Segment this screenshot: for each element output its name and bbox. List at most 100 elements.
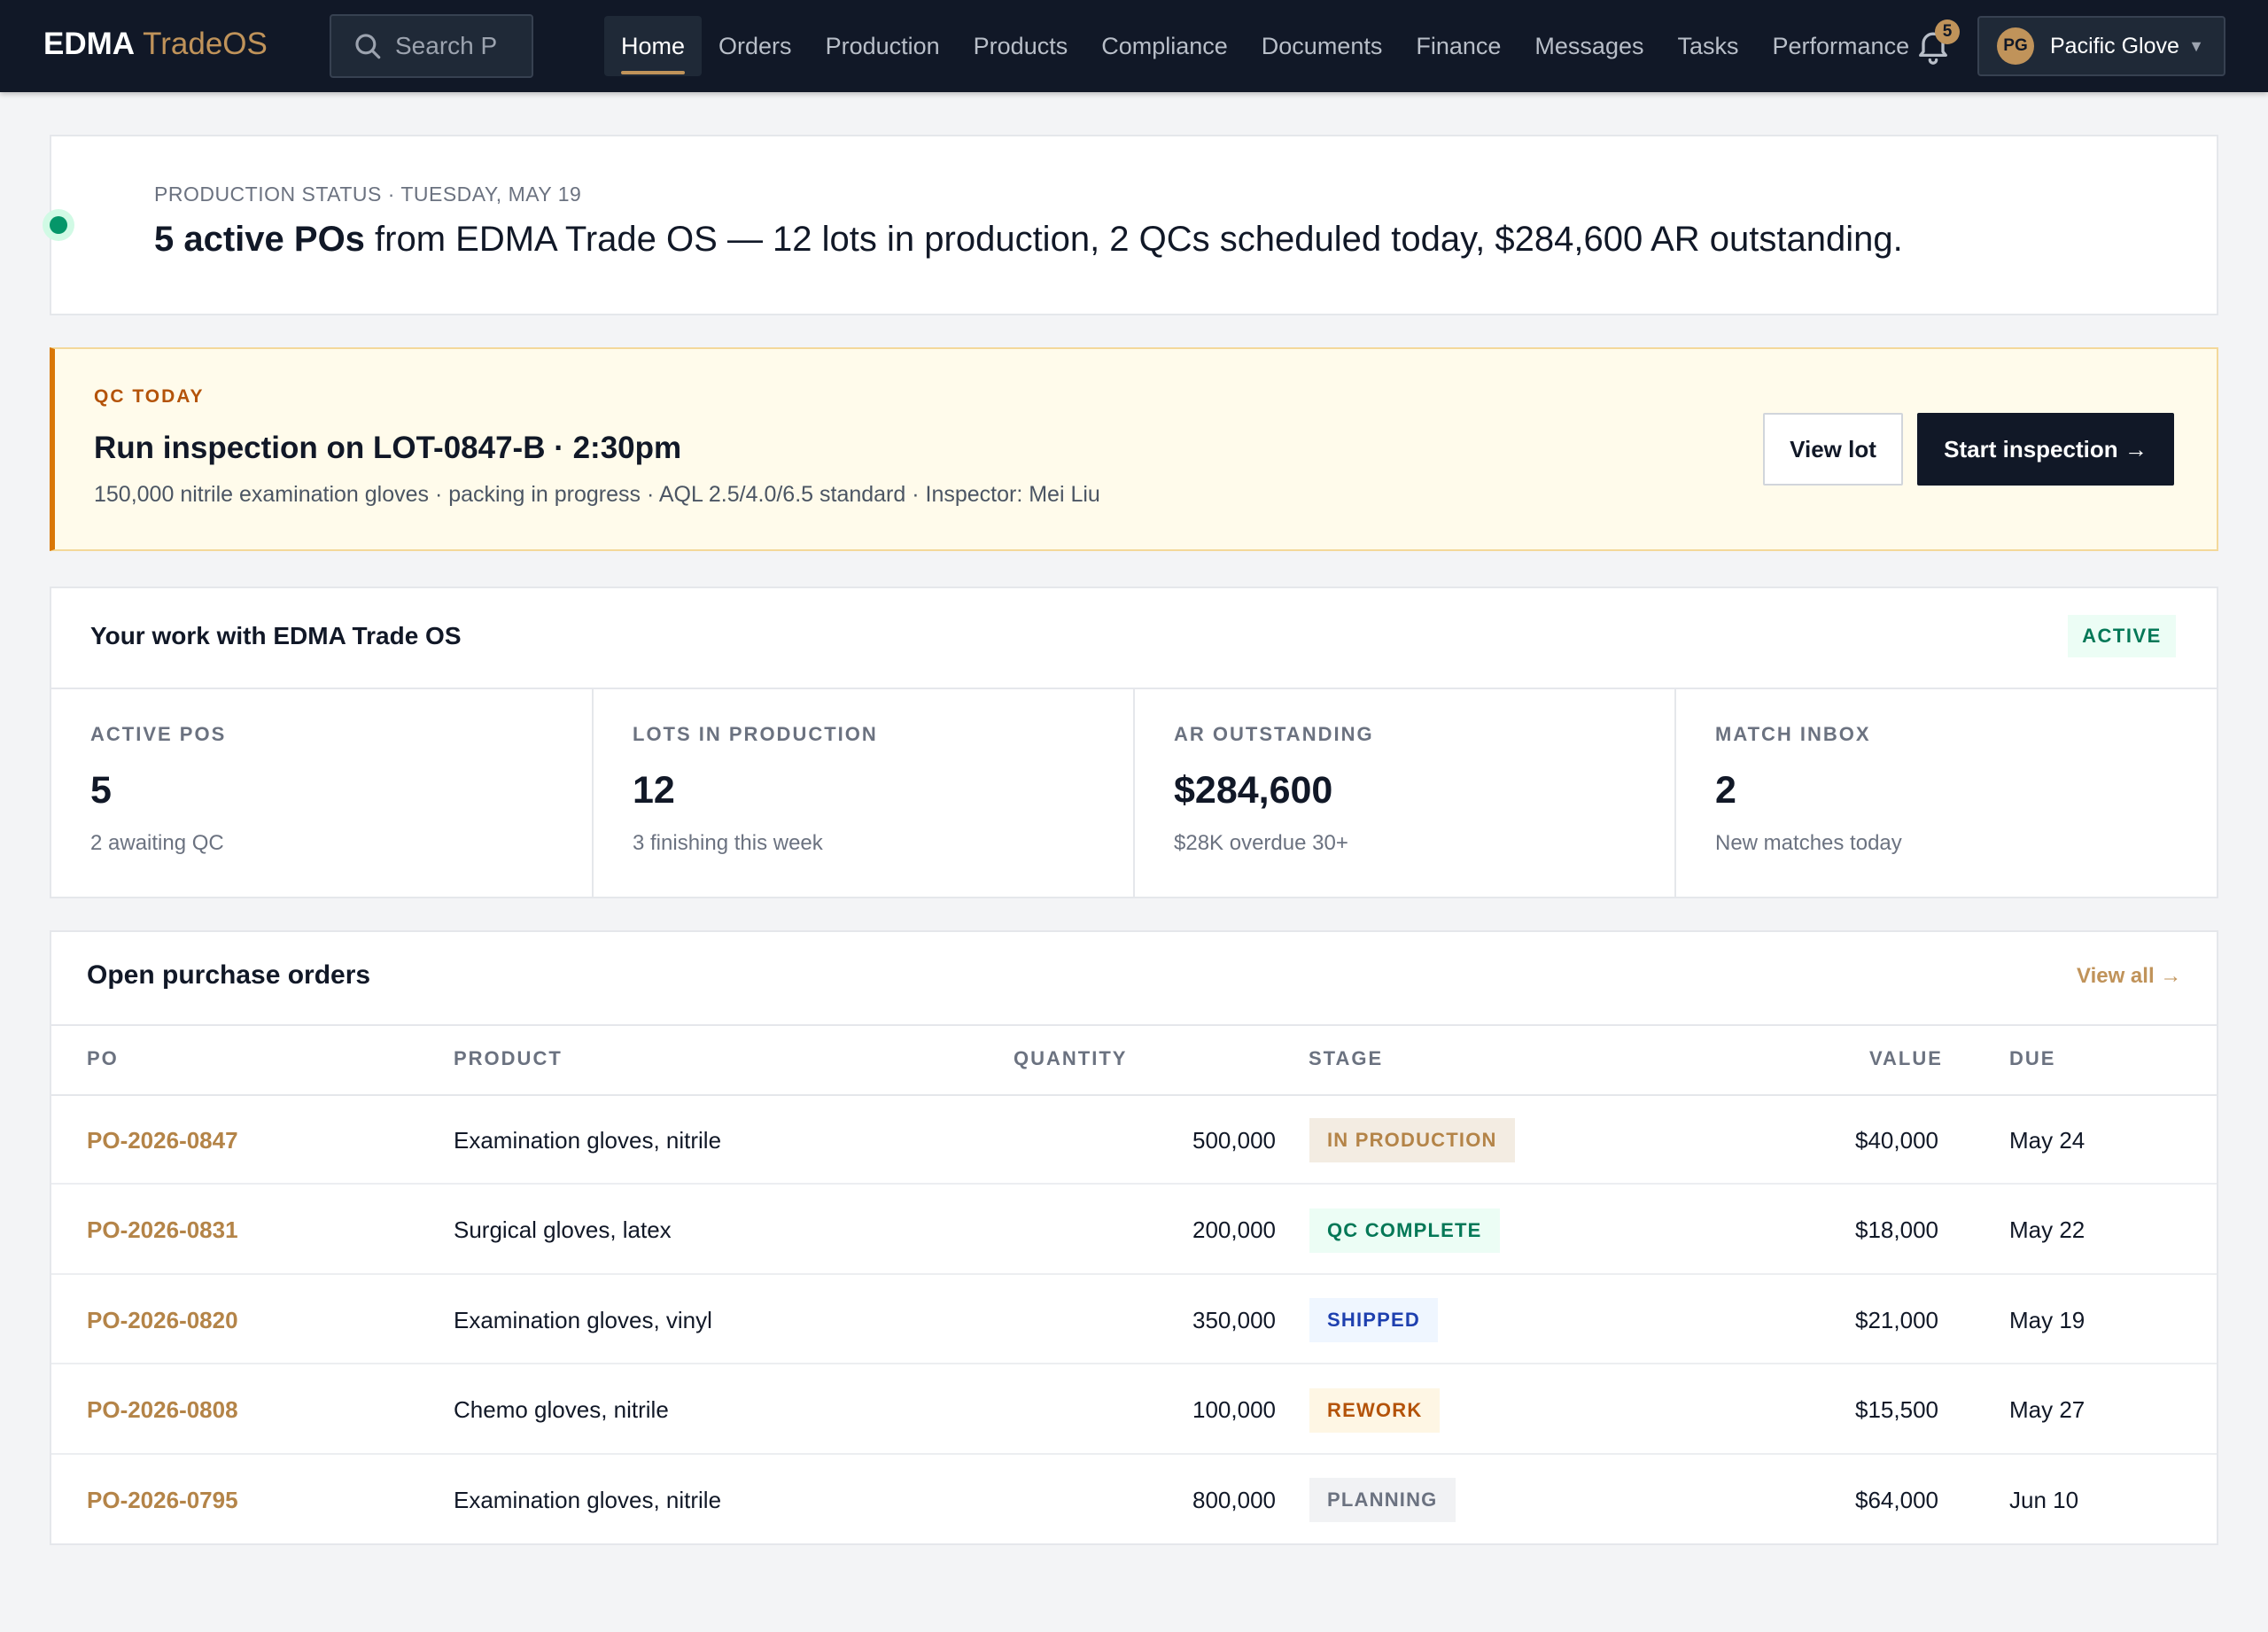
qc-eyebrow: QC TODAY: [94, 386, 205, 407]
start-inspection-button[interactable]: Start inspection →: [1917, 413, 2174, 486]
nav-item-home[interactable]: Home: [604, 16, 703, 76]
stage-badge: REWORK: [1309, 1387, 1441, 1433]
po-link[interactable]: PO-2026-0808: [87, 1366, 238, 1455]
nav-item-performance[interactable]: Performance: [1756, 16, 1927, 76]
value-cell: $18,000: [1855, 1216, 1938, 1243]
search-input[interactable]: [395, 32, 528, 60]
po-link[interactable]: PO-2026-0820: [87, 1276, 238, 1364]
column-header-quantity: QUANTITY: [1014, 1047, 1128, 1069]
product-cell: Chemo gloves, nitrile: [454, 1396, 669, 1423]
quantity-cell: 500,000: [1192, 1126, 1276, 1154]
quantity-cell: 200,000: [1192, 1216, 1276, 1243]
stage-badge: IN PRODUCTION: [1309, 1118, 1515, 1162]
column-header-stage: STAGE: [1309, 1047, 1384, 1069]
value-cell: $40,000: [1855, 1126, 1938, 1154]
stage-cell: IN PRODUCTION: [1309, 1096, 1515, 1185]
table-row[interactable]: PO-2026-0795 Examination gloves, nitrile 8…: [51, 1456, 2217, 1544]
stat-note: 3 finishing this week: [633, 831, 823, 855]
divider: [51, 1024, 2217, 1026]
brand-name-secondary: TradeOS: [143, 27, 268, 61]
account-menu[interactable]: PG Pacific Glove ▼: [1977, 16, 2225, 76]
nav-item-production[interactable]: Production: [809, 16, 957, 76]
due-cell: May 19: [2009, 1306, 2085, 1333]
search-icon: [355, 34, 381, 59]
stat-label: LOTS IN PRODUCTION: [633, 723, 878, 745]
po-link[interactable]: PO-2026-0847: [87, 1096, 238, 1185]
product-cell: Examination gloves, nitrile: [454, 1486, 722, 1513]
stat-note: $28K overdue 30+: [1174, 831, 1348, 855]
qc-title: Run inspection on LOT-0847-B · 2:30pm: [94, 431, 682, 465]
value-cell: $64,000: [1855, 1486, 1938, 1513]
stat-value: 5: [90, 769, 112, 812]
stat-note: New matches today: [1715, 831, 1902, 855]
status-headline-bold: 5 active POs: [154, 220, 365, 259]
stat-value: 2: [1715, 769, 1736, 812]
po-link[interactable]: PO-2026-0795: [87, 1456, 238, 1544]
quantity-cell: 100,000: [1192, 1396, 1276, 1423]
product-cell: Surgical gloves, latex: [454, 1216, 672, 1243]
stage-cell: QC COMPLETE: [1309, 1186, 1500, 1275]
nav-item-compliance[interactable]: Compliance: [1084, 16, 1245, 76]
stage-badge: PLANNING: [1309, 1478, 1456, 1522]
status-eyebrow: PRODUCTION STATUS · TUESDAY, MAY 19: [154, 183, 582, 206]
orders-title: Open purchase orders: [87, 960, 371, 990]
stat-match-inbox: MATCH INBOX 2 New matches today: [1674, 689, 2217, 897]
value-cell: $21,000: [1855, 1306, 1938, 1333]
brand-logo[interactable]: EDMA TradeOS: [43, 27, 268, 62]
qc-subtitle: 150,000 nitrile examination gloves · pac…: [94, 482, 1100, 507]
po-link[interactable]: PO-2026-0831: [87, 1186, 238, 1275]
stat-note: 2 awaiting QC: [90, 831, 224, 855]
stage-cell: SHIPPED: [1309, 1276, 1438, 1364]
stat-value: $284,600: [1174, 769, 1333, 812]
stat-label: MATCH INBOX: [1715, 723, 1871, 745]
notifications-button[interactable]: 5: [1914, 19, 1960, 67]
stage-cell: REWORK: [1309, 1366, 1441, 1455]
notification-count-badge: 5: [1935, 19, 1960, 44]
table-row[interactable]: PO-2026-0847 Examination gloves, nitrile 5…: [51, 1096, 2217, 1185]
top-navigation-bar: EDMA TradeOS Home Orders Production Prod…: [0, 0, 2268, 92]
nav-item-products[interactable]: Products: [957, 16, 1085, 76]
table-row[interactable]: PO-2026-0808 Chemo gloves, nitrile 100,000…: [51, 1366, 2217, 1455]
stat-active-pos: ACTIVE POS 5 2 awaiting QC: [51, 689, 594, 897]
nav-item-messages[interactable]: Messages: [1518, 16, 1660, 76]
product-cell: Examination gloves, vinyl: [454, 1306, 712, 1333]
column-header-due: DUE: [2009, 1047, 2056, 1069]
avatar: PG: [1997, 27, 2034, 65]
stat-ar-outstanding: AR OUTSTANDING $284,600 $28K overdue 30+: [1133, 689, 1675, 897]
column-header-product: PRODUCT: [454, 1047, 563, 1069]
status-badge: ACTIVE: [2068, 615, 2176, 657]
due-cell: Jun 10: [2009, 1486, 2079, 1513]
search-box[interactable]: [330, 14, 533, 78]
due-cell: May 24: [2009, 1126, 2085, 1154]
table-row[interactable]: PO-2026-0820 Examination gloves, vinyl 350…: [51, 1276, 2217, 1364]
column-header-value: VALUE: [1869, 1047, 1943, 1069]
stat-label: AR OUTSTANDING: [1174, 723, 1374, 745]
stage-badge: QC COMPLETE: [1309, 1208, 1500, 1253]
stat-label: ACTIVE POS: [90, 723, 227, 745]
stage-cell: PLANNING: [1309, 1456, 1456, 1544]
quantity-cell: 800,000: [1192, 1486, 1276, 1513]
nav-item-orders[interactable]: Orders: [702, 16, 809, 76]
column-header-po: PO: [87, 1047, 119, 1069]
nav-item-documents[interactable]: Documents: [1245, 16, 1400, 76]
due-cell: May 22: [2009, 1216, 2085, 1243]
status-headline-rest: from EDMA Trade OS — 12 lots in producti…: [364, 220, 1903, 259]
work-summary-title: Your work with EDMA Trade OS: [90, 622, 462, 649]
nav-item-finance[interactable]: Finance: [1399, 16, 1518, 76]
account-name: Pacific Glove: [2050, 33, 2179, 58]
stat-value: 12: [633, 769, 675, 812]
table-row[interactable]: PO-2026-0831 Surgical gloves, latex 200,00…: [51, 1186, 2217, 1275]
stage-badge: SHIPPED: [1309, 1298, 1438, 1342]
nav-item-tasks[interactable]: Tasks: [1660, 16, 1755, 76]
view-all-link[interactable]: View all →: [2077, 964, 2181, 989]
status-indicator-icon: [43, 209, 74, 241]
product-cell: Examination gloves, nitrile: [454, 1126, 722, 1154]
brand-name-primary: EDMA: [43, 27, 136, 61]
quantity-cell: 350,000: [1192, 1306, 1276, 1333]
stat-lots-in-production: LOTS IN PRODUCTION 12 3 finishing this w…: [592, 689, 1134, 897]
value-cell: $15,500: [1855, 1396, 1938, 1423]
chevron-down-icon: ▼: [2188, 37, 2204, 55]
main-nav: Home Orders Production Products Complian…: [604, 16, 1926, 76]
view-lot-button[interactable]: View lot: [1763, 413, 1903, 486]
status-headline: 5 active POs from EDMA Trade OS — 12 lot…: [154, 220, 1903, 260]
